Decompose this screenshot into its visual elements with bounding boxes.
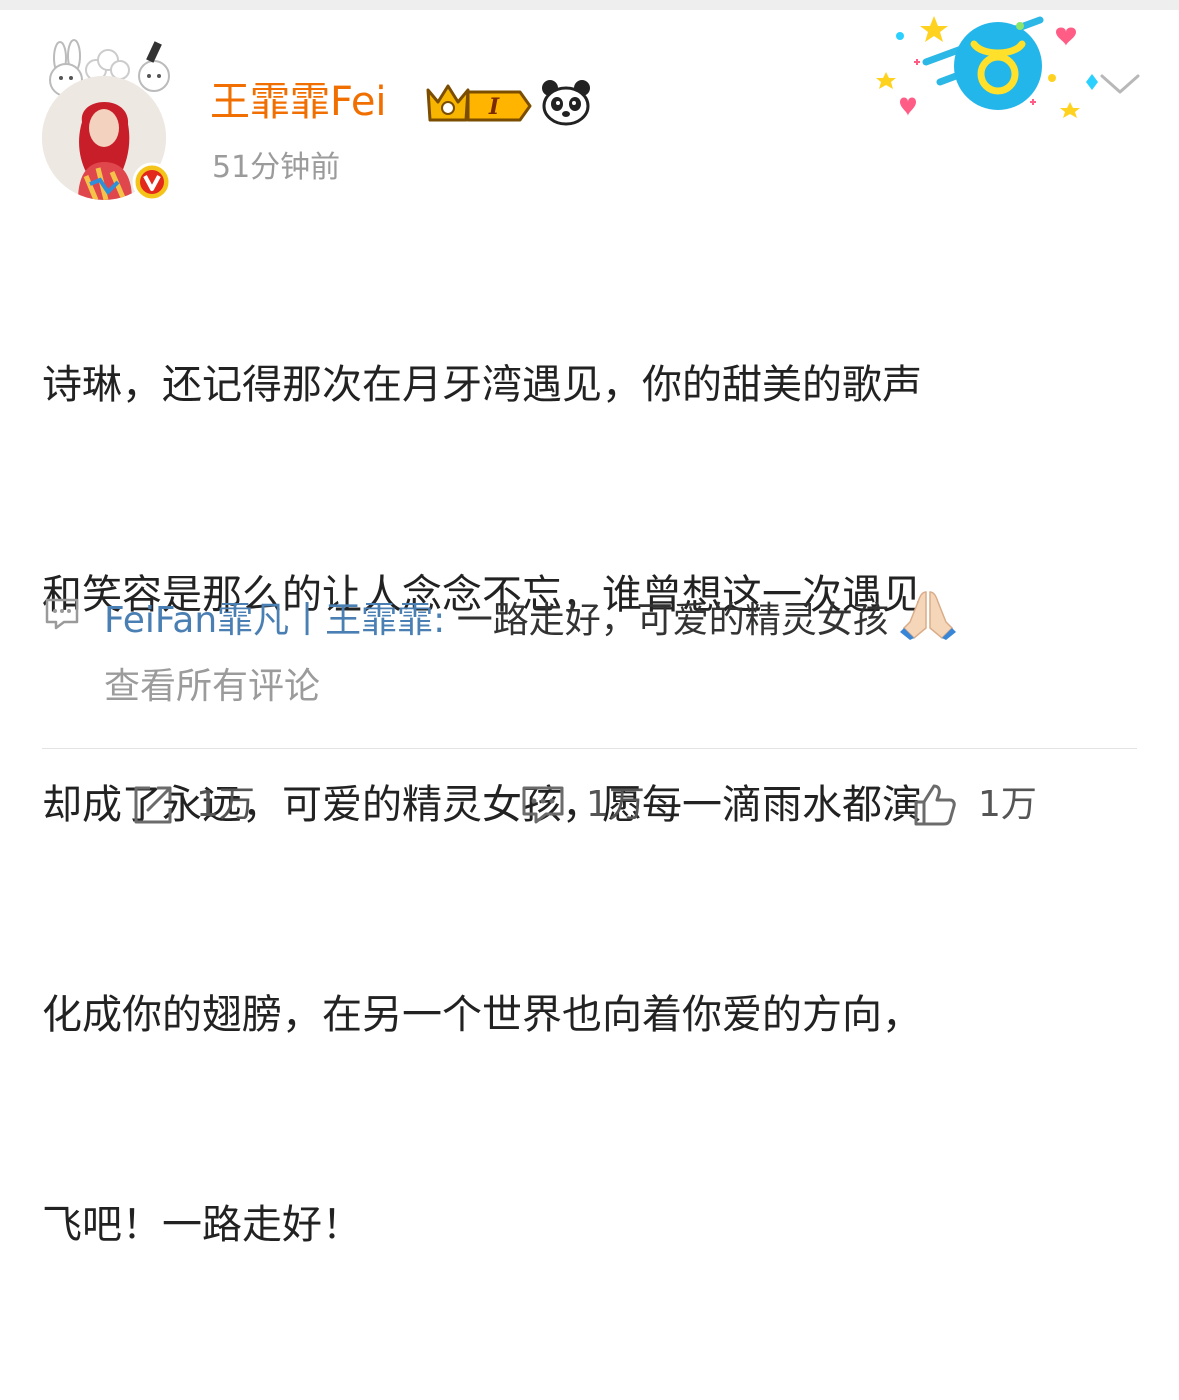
level-text: I bbox=[488, 94, 500, 120]
top-separator-strip bbox=[0, 0, 1179, 10]
post-text-line: 化成你的翅膀，在另一个世界也向着你爱的方向， bbox=[42, 992, 922, 1038]
post-text-line: 飞吧！一路走好！ bbox=[42, 1202, 362, 1248]
comment-count: 1万 bbox=[586, 784, 645, 825]
post-text-line: 诗琳，还记得那次在月牙湾遇见，你的甜美的歌声 bbox=[42, 362, 922, 408]
verified-v-badge-icon bbox=[132, 162, 172, 202]
user-name-link[interactable]: 王霏霏Fei bbox=[210, 78, 387, 126]
taurus-zodiac-card-decoration-icon bbox=[876, 16, 1098, 118]
like-button[interactable]: 1万 bbox=[912, 775, 1037, 835]
comment-button[interactable]: 1万 bbox=[520, 775, 645, 835]
comment-bubble-icon bbox=[45, 598, 79, 630]
divider bbox=[42, 748, 1137, 749]
repost-count: 1万 bbox=[196, 784, 255, 825]
chevron-down-icon[interactable] bbox=[1098, 70, 1142, 98]
like-count: 1万 bbox=[978, 784, 1037, 825]
comment-colon: : bbox=[433, 600, 446, 641]
comment-icon bbox=[522, 786, 564, 824]
panda-icon bbox=[542, 80, 590, 126]
top-comment-preview[interactable]: FeiFan霏凡丨王霏霏: 一路走好，可爱的精灵女孩 bbox=[104, 588, 957, 646]
thumbs-up-icon bbox=[914, 784, 956, 826]
repost-share-icon bbox=[134, 786, 172, 824]
repost-button[interactable]: 1万 bbox=[130, 775, 255, 835]
user-avatar-container[interactable] bbox=[36, 36, 176, 202]
membership-crown-badge-icon[interactable]: I bbox=[420, 76, 536, 128]
weibo-post-card: 王霏霏Fei I 51分钟前 诗琳，还记得那次在月牙湾遇见，你的甜美的歌声 和笑… bbox=[0, 10, 1179, 1248]
comment-text: 一路走好，可爱的精灵女孩 bbox=[445, 600, 889, 641]
view-all-comments-link[interactable]: 查看所有评论 bbox=[104, 662, 320, 712]
comment-author-link[interactable]: FeiFan霏凡丨王霏霏 bbox=[104, 600, 433, 641]
praying-hands-emoji-icon bbox=[900, 591, 957, 640]
post-timestamp: 51分钟前 bbox=[212, 150, 341, 185]
